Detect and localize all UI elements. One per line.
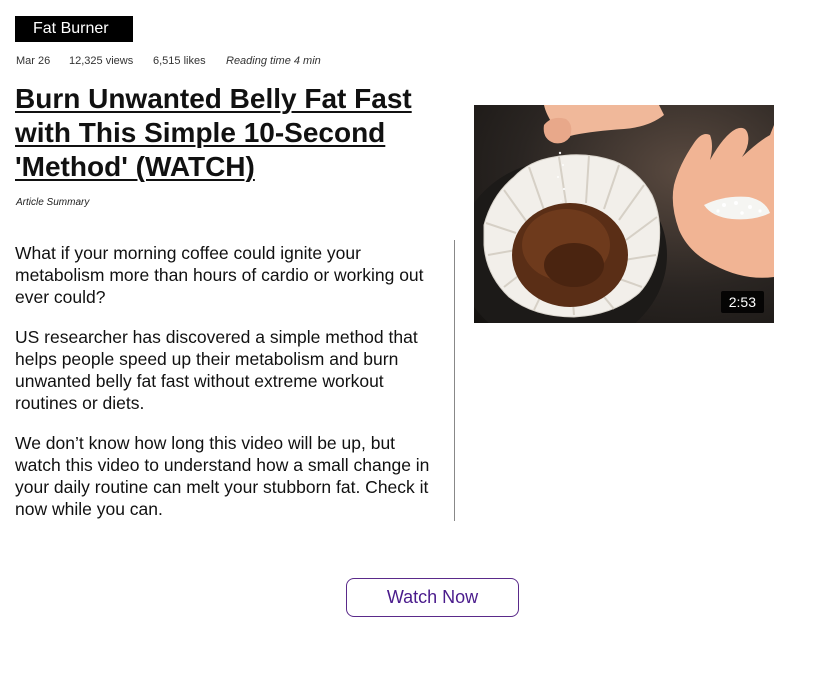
article-title[interactable]: Burn Unwanted Belly Fat Fast with This S… <box>15 82 455 184</box>
article-summary-label: Article Summary <box>16 197 90 208</box>
article-paragraph: US researcher has discovered a simple me… <box>15 327 418 413</box>
article-paragraph: We don’t know how long this video will b… <box>15 433 430 519</box>
publish-date: Mar 26 <box>16 55 51 67</box>
view-count: 12,325 views <box>69 55 134 67</box>
category-badge: Fat Burner <box>15 16 133 42</box>
video-thumbnail[interactable]: 2:53 <box>474 105 774 323</box>
watch-now-button[interactable]: Watch Now <box>346 578 519 617</box>
column-divider <box>454 240 455 521</box>
reading-time: Reading time 4 min <box>226 55 321 67</box>
video-duration: 2:53 <box>720 291 764 313</box>
article-paragraph: What if your morning coffee could ignite… <box>15 243 424 307</box>
article-body: What if your morning coffee could ignite… <box>15 242 445 538</box>
article-meta: Mar 26 12,325 views 6,515 likes Reading … <box>16 55 321 67</box>
like-count: 6,515 likes <box>153 55 206 67</box>
